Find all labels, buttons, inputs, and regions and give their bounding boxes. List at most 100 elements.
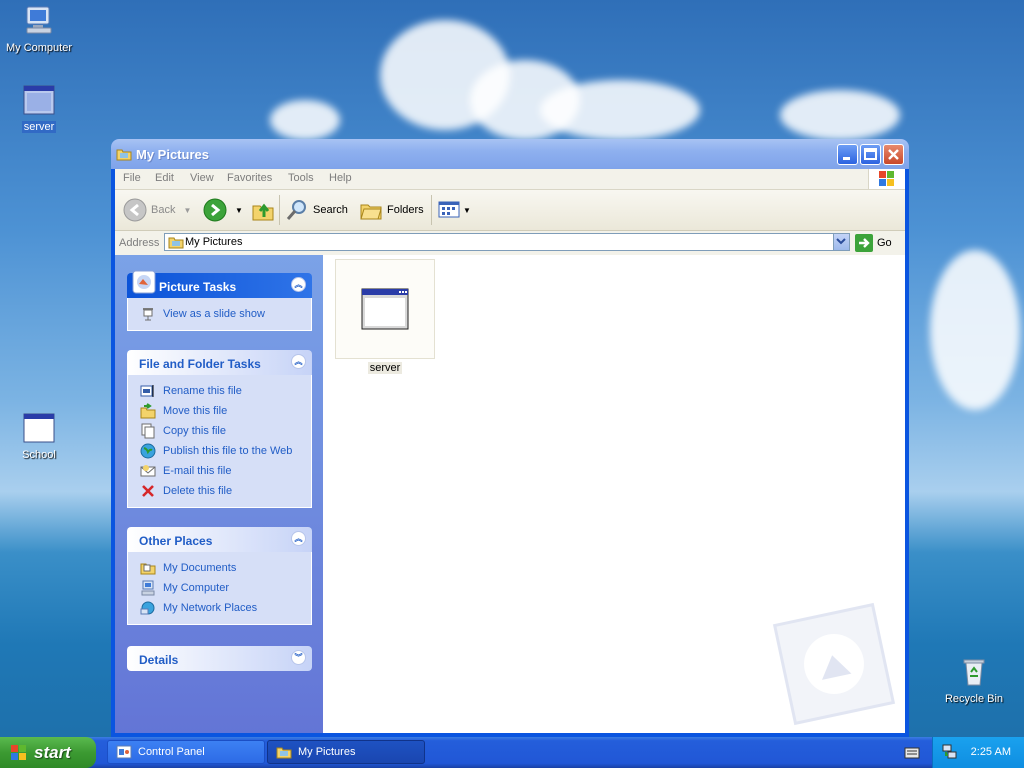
network-status-icon[interactable]: [942, 744, 958, 763]
title-bar[interactable]: My Pictures: [111, 139, 909, 169]
window-client: File Edit View Favorites Tools Help Back…: [115, 169, 905, 733]
task-view-slideshow[interactable]: View as a slide show: [128, 304, 311, 324]
other-places-title: Other Places: [139, 534, 213, 548]
picture-tasks-icon: [132, 270, 156, 294]
taskbar-button-my-pictures[interactable]: My Pictures: [267, 740, 425, 764]
windows-logo-icon: [11, 744, 26, 760]
desktop: My Computer server School Recycle Bin My…: [0, 0, 1024, 768]
globe-icon: [140, 443, 156, 459]
taskbar: start Control Panel My Pictures 2:25 AM: [0, 737, 1024, 768]
maximize-button[interactable]: [860, 144, 881, 165]
network-places-icon: [140, 601, 155, 615]
search-button[interactable]: Search: [285, 198, 348, 222]
address-value: My Pictures: [185, 236, 243, 248]
file-folder-tasks-header[interactable]: File and Folder Tasks ︽: [127, 350, 312, 375]
delete-icon: [142, 485, 154, 497]
chevron-down-icon[interactable]: ▼: [463, 206, 471, 215]
task-label: Publish this file to the Web: [163, 445, 293, 457]
recycle-bin-icon: [936, 655, 1012, 690]
chevron-down-icon[interactable]: ▼: [183, 206, 191, 215]
menu-favorites[interactable]: Favorites: [227, 172, 272, 184]
file-name: server: [367, 362, 403, 374]
toolbar-separator: [279, 195, 280, 225]
taskbar-button-control-panel[interactable]: Control Panel: [107, 740, 265, 764]
place-my-documents[interactable]: My Documents: [128, 558, 311, 578]
menu-view[interactable]: View: [190, 172, 214, 184]
toolbar: Back ▼ ▼ Search Folders ▼: [115, 190, 905, 231]
chevron-down-icon[interactable]: ▼: [235, 206, 243, 215]
forward-button[interactable]: ▼: [203, 198, 243, 222]
task-move-file[interactable]: Move this file: [128, 401, 311, 421]
other-places-header[interactable]: Other Places ︽: [127, 527, 312, 552]
desktop-icon-label: My Computer: [5, 42, 73, 54]
picture-tasks-body: View as a slide show: [127, 298, 312, 331]
explorer-window: My Pictures File Edit View Favorites Too…: [111, 139, 909, 737]
go-button[interactable]: Go: [855, 234, 892, 252]
email-icon: [140, 465, 156, 477]
place-my-network-places[interactable]: My Network Places: [128, 598, 311, 618]
window-file-icon: [361, 288, 409, 330]
views-button[interactable]: ▼: [437, 198, 471, 222]
start-button[interactable]: start: [0, 737, 96, 768]
go-arrow-icon: [855, 234, 873, 252]
file-folder-tasks-body: Rename this file Move this file Copy thi…: [127, 375, 312, 508]
desktop-icon-recycle-bin[interactable]: Recycle Bin: [936, 655, 1012, 705]
task-delete-file[interactable]: Delete this file: [128, 481, 311, 501]
place-my-computer[interactable]: My Computer: [128, 578, 311, 598]
menu-file[interactable]: File: [123, 172, 141, 184]
folder-icon: [116, 146, 132, 165]
task-copy-file[interactable]: Copy this file: [128, 421, 311, 441]
slideshow-icon: [143, 308, 153, 321]
desktop-icon-label: School: [22, 449, 56, 461]
my-documents-icon: [140, 563, 156, 575]
back-arrow-icon: [123, 198, 147, 222]
folders-button[interactable]: Folders: [359, 198, 424, 222]
task-publish-web[interactable]: Publish this file to the Web: [128, 441, 311, 461]
desktop-icon-my-computer[interactable]: My Computer: [1, 4, 77, 54]
views-icon: [438, 201, 460, 218]
keyboard-icon[interactable]: [904, 746, 920, 763]
place-label: My Network Places: [163, 602, 258, 614]
collapse-chevron-icon[interactable]: ︽: [291, 354, 306, 369]
back-button[interactable]: Back ▼: [123, 198, 191, 222]
windows-logo-icon: [868, 169, 905, 189]
taskbar-button-label: Control Panel: [138, 746, 205, 758]
expand-chevron-icon[interactable]: ︾: [291, 650, 306, 665]
close-button[interactable]: [883, 144, 904, 165]
minimize-button[interactable]: [837, 144, 858, 165]
file-view[interactable]: server: [323, 255, 905, 733]
back-label: Back: [151, 204, 176, 216]
desktop-icon-school[interactable]: School: [1, 413, 77, 461]
search-label: Search: [313, 204, 348, 216]
address-input[interactable]: My Pictures: [164, 233, 850, 251]
task-rename-file[interactable]: Rename this file: [128, 381, 311, 401]
desktop-icon-server[interactable]: server: [1, 85, 77, 133]
collapse-chevron-icon[interactable]: ︽: [291, 277, 306, 292]
system-tray: 2:25 AM: [932, 737, 1024, 768]
window-title: My Pictures: [136, 147, 209, 162]
picture-tasks-panel: Picture Tasks ︽ View as a slide show: [127, 270, 312, 331]
file-item[interactable]: server: [335, 259, 435, 374]
taskbar-button-label: My Pictures: [298, 746, 356, 758]
address-dropdown-button[interactable]: [833, 234, 849, 250]
desktop-icon-label: Recycle Bin: [944, 693, 1004, 705]
start-label: start: [34, 742, 71, 762]
task-label: E-mail this file: [163, 465, 232, 477]
up-folder-button[interactable]: [251, 198, 275, 222]
details-header[interactable]: Details ︾: [127, 646, 312, 671]
task-label: Delete this file: [163, 485, 233, 497]
my-computer-icon: [1, 4, 77, 39]
clock[interactable]: 2:25 AM: [971, 746, 1011, 758]
task-email-file[interactable]: E-mail this file: [128, 461, 311, 481]
file-thumbnail[interactable]: [335, 259, 435, 359]
task-label: View as a slide show: [163, 308, 265, 320]
address-label: Address: [119, 237, 160, 249]
menu-tools[interactable]: Tools: [288, 172, 314, 184]
menu-edit[interactable]: Edit: [155, 172, 174, 184]
menu-help[interactable]: Help: [329, 172, 352, 184]
folders-icon: [360, 204, 382, 220]
picture-tasks-header[interactable]: Picture Tasks ︽: [127, 270, 312, 298]
window-file-icon: [1, 413, 77, 446]
collapse-chevron-icon[interactable]: ︽: [291, 531, 306, 546]
up-folder-icon: [252, 203, 274, 221]
